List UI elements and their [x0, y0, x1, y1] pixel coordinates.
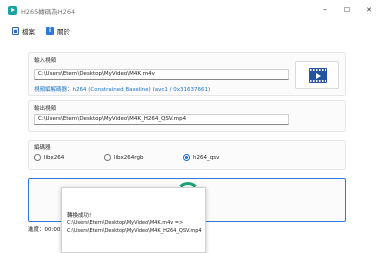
output-video-group: 輸出視頻 C:\Users\Etern\Desktop\MyVideo\M4K_… [28, 100, 346, 132]
radio-libx264-label: libx264 [44, 154, 65, 161]
input-video-group: 輸入視頻 C:\Users\Etern\Desktop\MyVideo\M4K.… [28, 52, 346, 96]
codec-info-link[interactable]: 視頻編解碼器：h264 (Constrained Baseline) (avc1… [34, 85, 210, 93]
file-icon [12, 27, 19, 35]
radio-h264-qsv-circle[interactable] [183, 154, 190, 161]
app-logo-icon [8, 6, 17, 15]
output-path-field[interactable]: C:\Users\Etern\Desktop\MyVideo\M4K_H264_… [34, 114, 289, 125]
dialog-output-path: C:\Users\Etern\Desktop\MyVideo\M4K_H264_… [67, 228, 202, 234]
radio-libx264-circle[interactable] [34, 154, 41, 161]
dialog-source-path: C:\Users\Etern\Desktop\MyVideo\M4K.m4v =… [67, 220, 184, 226]
menu-file-label: 檔案 [22, 28, 35, 36]
encoder-group: 編碼器 libx264 libx264rgb h264_qsv [28, 140, 346, 170]
title-bar: H265轉碼為H264 – ☐ ✕ [0, 0, 382, 22]
close-button[interactable]: ✕ [362, 4, 376, 16]
radio-libx264[interactable]: libx264 [34, 154, 64, 161]
window-title: H265轉碼為H264 [21, 8, 76, 16]
output-video-label: 輸出視頻 [34, 106, 57, 112]
minimize-button[interactable]: – [318, 4, 332, 16]
radio-h264-qsv[interactable]: h264_qsv [183, 154, 219, 161]
success-dialog[interactable]: 轉換成功! C:\Users\Etern\Desktop\MyVideo\M4K… [61, 187, 206, 253]
play-icon [316, 73, 321, 79]
menu-file[interactable]: 檔案 [12, 26, 35, 36]
input-video-label: 輸入視頻 [34, 58, 57, 64]
dialog-title: 轉換成功! [67, 213, 92, 219]
menu-about[interactable]: i 關於 [46, 26, 70, 36]
radio-libx264rgb[interactable]: libx264rgb [104, 154, 143, 161]
radio-libx264rgb-circle[interactable] [104, 154, 111, 161]
input-path-field[interactable]: C:\Users\Etern\Desktop\MyVideo\M4K.m4v [34, 69, 289, 80]
video-file-icon [309, 68, 327, 83]
menu-bar: 檔案 i 關於 [0, 24, 382, 38]
menu-about-label: 關於 [57, 28, 70, 36]
encoder-label: 編碼器 [34, 145, 51, 151]
radio-libx264rgb-label: libx264rgb [114, 154, 144, 161]
maximize-button[interactable]: ☐ [340, 4, 354, 16]
video-thumbnail[interactable] [295, 61, 339, 89]
info-icon: i [46, 27, 54, 35]
radio-h264-qsv-label: h264_qsv [193, 154, 220, 161]
progress-label: 進度：00:00 [28, 227, 61, 233]
